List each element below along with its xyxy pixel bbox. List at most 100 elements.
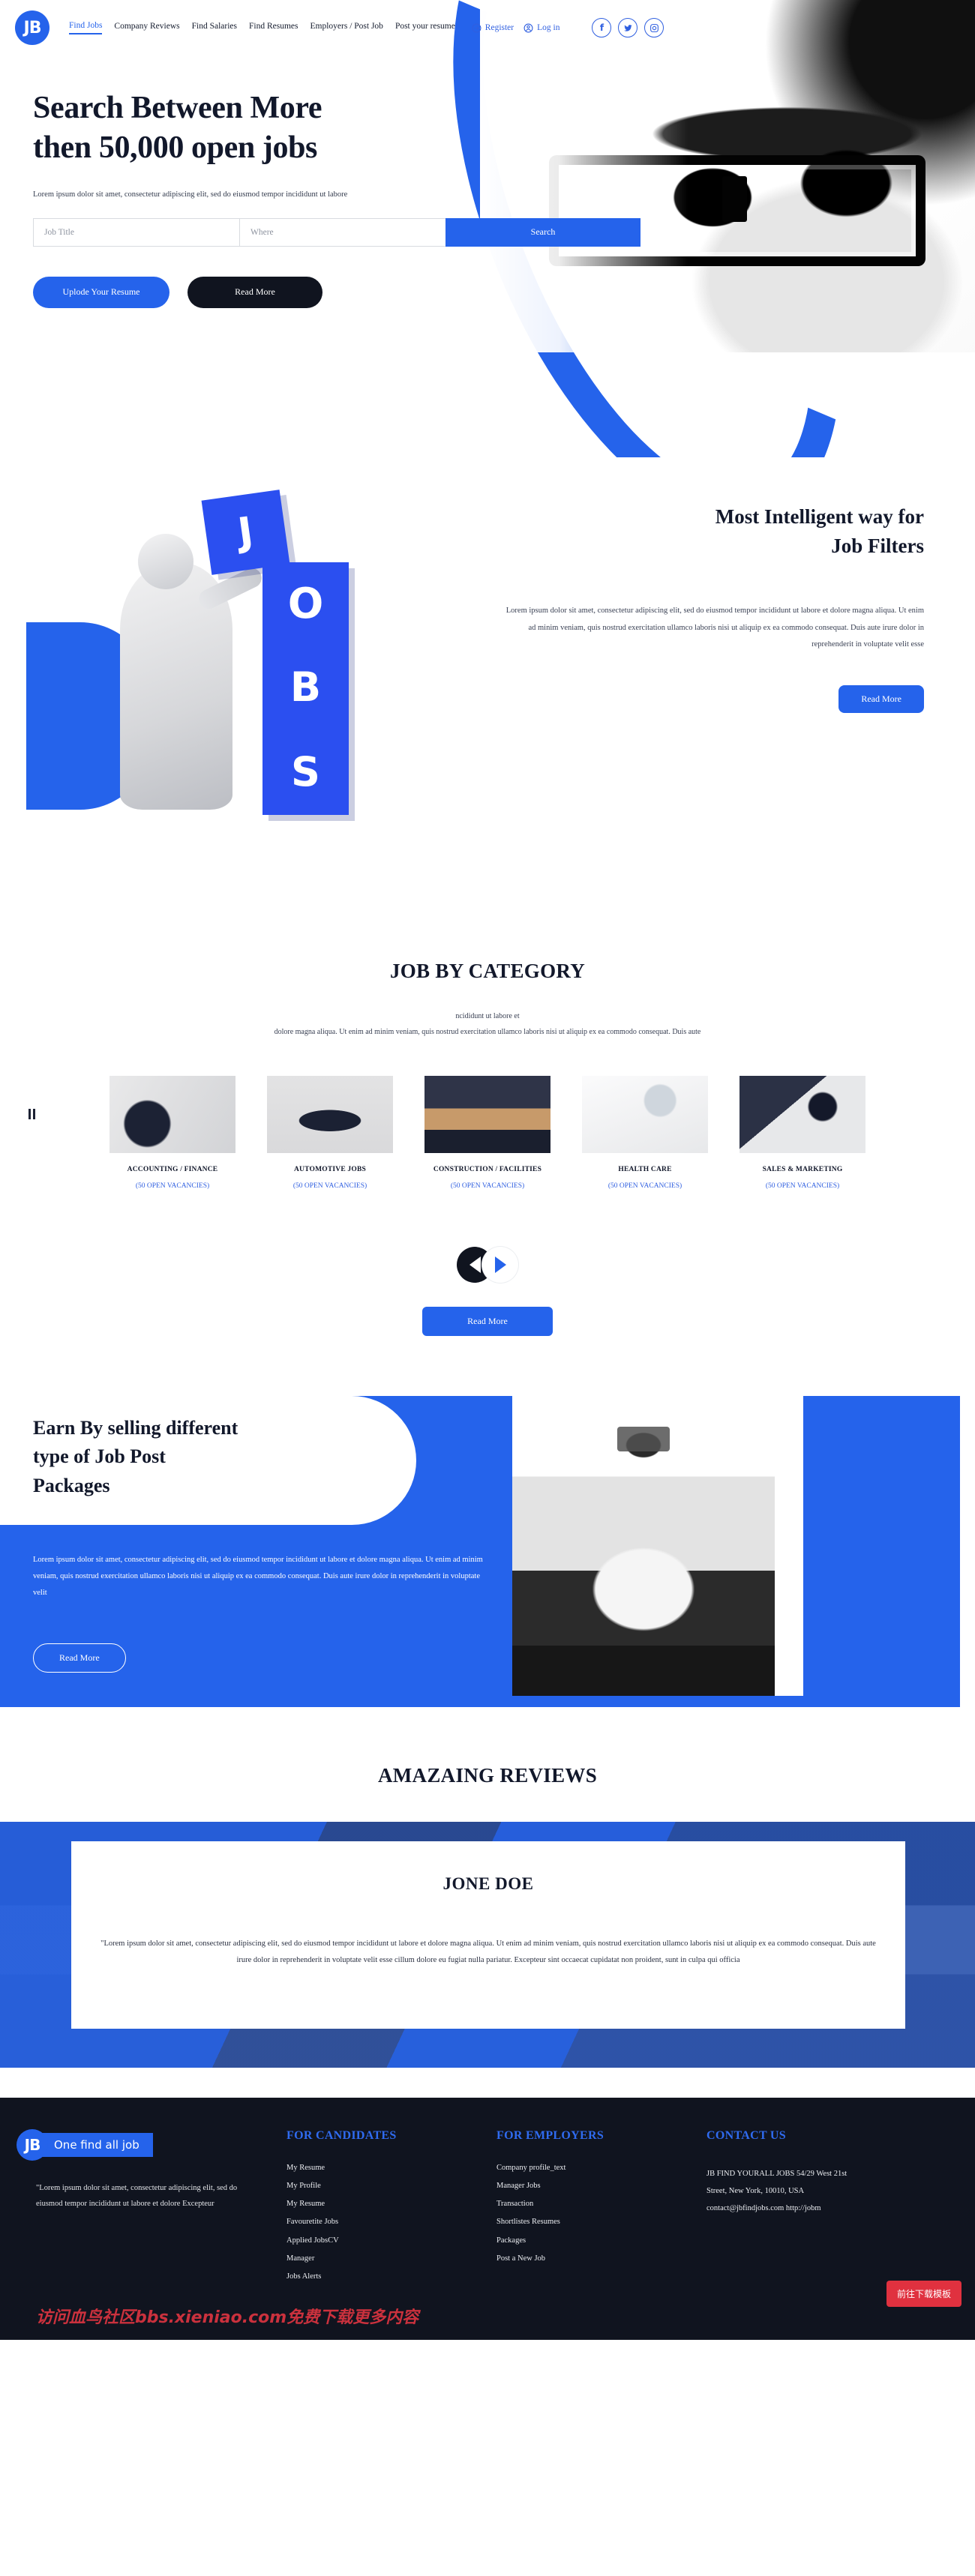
- footer-address: JB FIND YOURALL JOBS 54/29 West 21st Str…: [706, 2165, 932, 2217]
- hero-section: JB Find Jobs Company Reviews Find Salari…: [0, 0, 975, 457]
- packages-heading-line2: type of Job Post: [33, 1445, 166, 1468]
- footer-brand: JB One find all job "Lorem ipsum dolor s…: [16, 2129, 286, 2286]
- footer-link[interactable]: My Resume: [286, 2159, 496, 2177]
- hero-image-fade: [480, 0, 975, 352]
- filters-read-more-button[interactable]: Read More: [838, 684, 924, 713]
- nav-item-company-reviews[interactable]: Company Reviews: [114, 22, 179, 34]
- footer-link[interactable]: Favouretite Jobs: [286, 2213, 496, 2231]
- category-name: ACCOUNTING / FINANCE: [127, 1166, 218, 1173]
- category-image-health-care: [582, 1076, 708, 1153]
- category-card[interactable]: ACCOUNTING / FINANCE (50 OPEN VACANCIES): [110, 1076, 236, 1190]
- category-name: SALES & MARKETING: [762, 1166, 843, 1173]
- category-card[interactable]: HEALTH CARE (50 OPEN VACANCIES): [582, 1076, 708, 1190]
- user-icon: [524, 23, 533, 32]
- nav-auth-area: Register Log in f: [472, 18, 664, 37]
- category-card[interactable]: CONSTRUCTION / FACILITIES (50 OPEN VACAN…: [424, 1076, 550, 1190]
- hero-content: Search Between More then 50,000 open job…: [0, 45, 640, 308]
- nav-item-post-your-resume[interactable]: Post your resume: [395, 22, 455, 34]
- register-label: Register: [484, 23, 514, 32]
- job-filters-paragraph: Lorem ipsum dolor sit amet, consectetur …: [506, 607, 924, 649]
- upload-resume-button[interactable]: Uplode Your Resume: [33, 276, 170, 308]
- category-vacancies[interactable]: (50 OPEN VACANCIES): [740, 1182, 866, 1190]
- cube-letter-o: O: [262, 562, 349, 645]
- job-filters-heading-line2: Job Filters: [831, 535, 924, 558]
- job-filters-action: Read More: [504, 684, 924, 713]
- footer-tagline: One find all job: [34, 2133, 153, 2157]
- watermark-text: 访问血鸟社区bbs.xieniao.com免费下载更多内容: [36, 2308, 419, 2327]
- category-read-more-button[interactable]: Read More: [422, 1307, 553, 1336]
- hero-read-more-button[interactable]: Read More: [188, 276, 322, 308]
- footer-candidates-heading: FOR CANDIDATES: [286, 2129, 397, 2142]
- social-links: f: [592, 18, 664, 37]
- twitter-icon[interactable]: [618, 18, 638, 37]
- site-logo[interactable]: JB: [15, 10, 50, 45]
- packages-white-divider: [775, 1382, 803, 1696]
- cube-letter-s: S: [262, 729, 349, 815]
- category-name: AUTOMOTIVE JOBS: [294, 1166, 366, 1173]
- category-title: JOB BY CATEGORY: [389, 960, 586, 982]
- footer-employers-heading: FOR EMPLOYERS: [496, 2129, 604, 2142]
- location-input[interactable]: [239, 217, 446, 247]
- category-card-list: ACCOUNTING / FINANCE (50 OPEN VACANCIES)…: [0, 1076, 975, 1190]
- footer-candidates-list: My Resume My Profile My Resume Favoureti…: [286, 2159, 496, 2286]
- job-category-section: JOB BY CATEGORY ncididunt ut labore et d…: [0, 937, 975, 1336]
- footer-link[interactable]: Packages: [496, 2232, 706, 2250]
- footer-link[interactable]: Manager Jobs: [496, 2177, 706, 2195]
- category-image-sales-marketing: [740, 1076, 866, 1153]
- packages-heading: Earn By selling different type of Job Po…: [33, 1414, 386, 1500]
- category-vacancies[interactable]: (50 OPEN VACANCIES): [267, 1182, 393, 1190]
- footer-link[interactable]: Applied JobsCV: [286, 2232, 496, 2250]
- nav-item-find-salaries[interactable]: Find Salaries: [192, 22, 237, 34]
- footer-link[interactable]: My Resume: [286, 2195, 496, 2213]
- category-vacancies[interactable]: (50 OPEN VACANCIES): [110, 1182, 236, 1190]
- job-title-input[interactable]: [33, 217, 239, 247]
- category-name: HEALTH CARE: [618, 1166, 672, 1173]
- packages-read-more-button[interactable]: Read More: [33, 1643, 126, 1673]
- category-card[interactable]: SALES & MARKETING (50 OPEN VACANCIES): [740, 1076, 866, 1190]
- chevron-right-icon: [494, 1257, 506, 1273]
- category-vacancies[interactable]: (50 OPEN VACANCIES): [424, 1182, 550, 1190]
- footer-link[interactable]: Transaction: [496, 2195, 706, 2213]
- footer-logo[interactable]: JB: [16, 2129, 48, 2161]
- category-subtext-line2: dolore magna aliqua. Ut enim ad minim ve…: [274, 1028, 701, 1036]
- instagram-icon[interactable]: [644, 18, 664, 37]
- nav-item-employers-post-job[interactable]: Employers / Post Job: [310, 22, 383, 34]
- job-filters-section: J O B S Most Intelligent way for Job Fil…: [0, 457, 975, 937]
- carousel-left-indicator[interactable]: [28, 1109, 35, 1119]
- category-vacancies[interactable]: (50 OPEN VACANCIES): [582, 1182, 708, 1190]
- login-link[interactable]: Log in: [524, 23, 560, 33]
- footer-link[interactable]: Company profile_text: [496, 2159, 706, 2177]
- footer-employers-list: Company profile_text Manager Jobs Transa…: [496, 2159, 706, 2268]
- jobs-blocks-illustration: J O B S: [22, 472, 442, 877]
- carousel-next-button[interactable]: [482, 1247, 518, 1283]
- category-image-automotive: [267, 1076, 393, 1153]
- hero-heading: Search Between More then 50,000 open job…: [33, 88, 480, 168]
- footer-link[interactable]: Jobs Alerts: [286, 2268, 496, 2286]
- download-template-button[interactable]: 前往下载模板: [886, 2280, 962, 2307]
- job-search-form: Search: [33, 217, 640, 247]
- footer-link[interactable]: Post a New Job: [496, 2250, 706, 2268]
- category-action: Read More: [0, 1307, 975, 1336]
- hero-heading-line2: then 50,000 open jobs: [33, 130, 317, 165]
- footer-address-line2: Street, New York, 10010, USA: [706, 2187, 805, 2196]
- nav-item-find-resumes[interactable]: Find Resumes: [249, 22, 298, 34]
- category-name: CONSTRUCTION / FACILITIES: [433, 1166, 542, 1173]
- footer-address-line3[interactable]: contact@jbfindjobs.com http://jobm: [706, 2200, 932, 2217]
- search-button[interactable]: Search: [446, 217, 640, 247]
- footer-contact-heading: CONTACT US: [706, 2129, 786, 2142]
- nav-links: Find Jobs Company Reviews Find Salaries …: [69, 21, 455, 34]
- nav-item-find-jobs[interactable]: Find Jobs: [69, 21, 103, 34]
- footer-about-text: "Lorem ipsum dolor sit amet, consectetur…: [36, 2184, 238, 2208]
- footer-link[interactable]: My Profile: [286, 2177, 496, 2195]
- register-link[interactable]: Register: [472, 23, 514, 33]
- footer-link[interactable]: Shortlistes Resumes: [496, 2213, 706, 2231]
- footer-link[interactable]: Manager: [286, 2250, 496, 2268]
- mannequin-figure: [120, 534, 232, 810]
- hero-actions: Uplode Your Resume Read More: [33, 276, 480, 308]
- job-post-packages-section: Earn By selling different type of Job Po…: [0, 1381, 975, 1722]
- category-card[interactable]: AUTOMOTIVE JOBS (50 OPEN VACANCIES): [267, 1076, 393, 1190]
- testimonial-card: JONE DOE "Lorem ipsum dolor sit amet, co…: [71, 1841, 905, 2029]
- footer-logo-row: JB One find all job: [16, 2129, 286, 2161]
- packages-paragraph: Lorem ipsum dolor sit amet, consectetur …: [33, 1556, 483, 1598]
- facebook-icon[interactable]: f: [592, 18, 612, 37]
